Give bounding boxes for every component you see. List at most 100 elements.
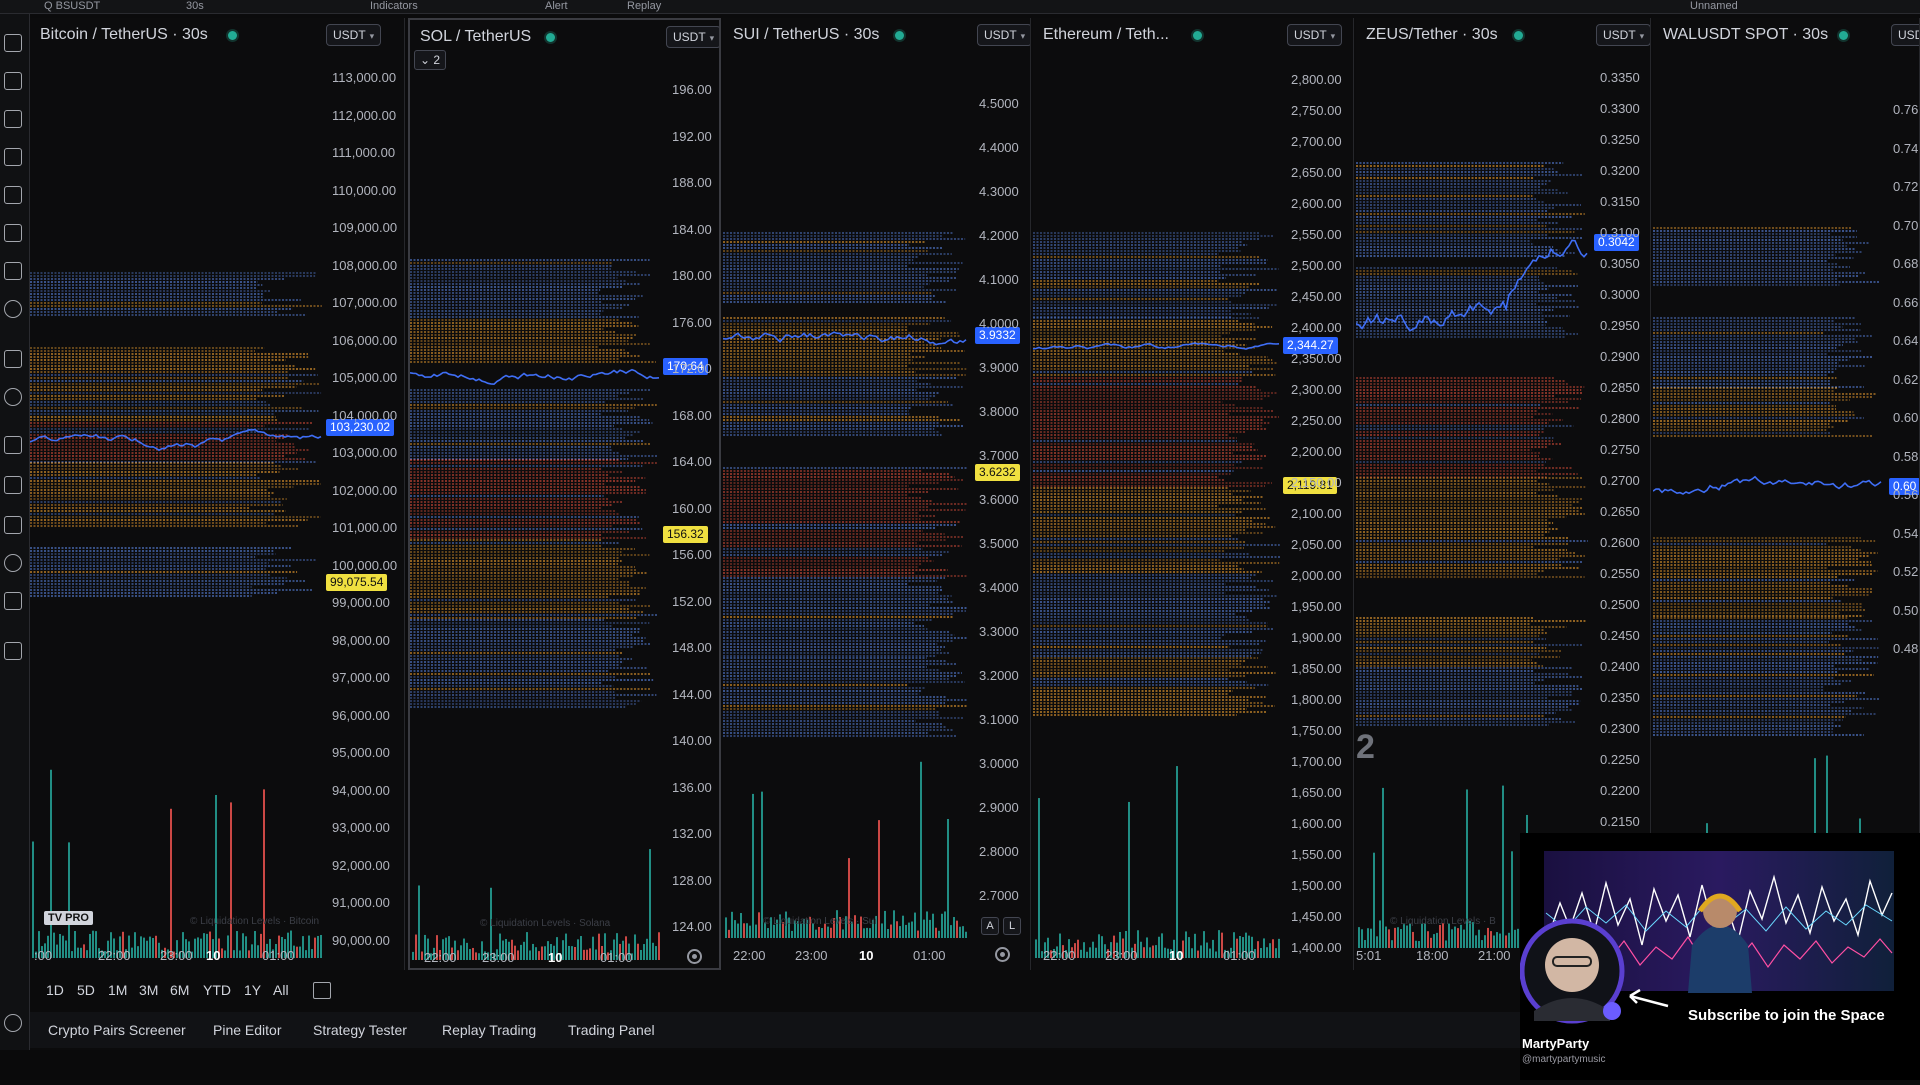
price-axis-tick: 172.00 (672, 361, 712, 376)
ruler-icon[interactable] (4, 350, 22, 368)
auto-scale-button[interactable]: A (981, 917, 999, 935)
currency-select[interactable]: USDT (1596, 24, 1650, 46)
gear-icon[interactable] (995, 947, 1010, 962)
volume-bar (544, 946, 546, 960)
time-axis-tick: 21:00 (1478, 948, 1511, 963)
timeframe-all[interactable]: All (273, 982, 289, 998)
volume-bar (1478, 929, 1480, 948)
chart-pane-sol[interactable]: SOL / TetherUS USDT ⌄ 2 170.64 156.32 © … (408, 18, 721, 970)
price-axis-tick: 0.2700 (1600, 473, 1640, 488)
price-axis-tick: 94,000.00 (332, 782, 390, 798)
currency-select[interactable]: USDT (977, 24, 1030, 46)
price-axis-tick: 0.2850 (1600, 380, 1640, 395)
chart-pane-zeus[interactable]: ZEUS/Tether · 30s USDT 0.3042 2 © Liquid… (1356, 18, 1651, 970)
currency-select[interactable]: USDT (1287, 24, 1343, 46)
volume-bar (878, 820, 880, 938)
star-icon[interactable] (4, 1014, 22, 1032)
tab-trading-panel[interactable]: Trading Panel (568, 1022, 655, 1038)
forecast-tool-icon[interactable] (4, 186, 22, 204)
price-axis-tick: 196.00 (672, 82, 712, 97)
zoom-icon[interactable] (4, 388, 22, 406)
heart-icon[interactable] (4, 300, 22, 318)
stream-overlay: Subscribe to join the Space MartyParty @… (1519, 833, 1920, 1080)
tab-strategy-tester[interactable]: Strategy Tester (313, 1022, 407, 1038)
eye-icon[interactable] (4, 554, 22, 572)
price-axis-tick: 0.2650 (1600, 504, 1640, 519)
volume-bar (767, 928, 769, 938)
pane-title[interactable]: WALUSDT SPOT · 30s (1663, 26, 1828, 44)
pane-title[interactable]: ZEUS/Tether · 30s (1366, 26, 1498, 44)
currency-select[interactable]: USDT (326, 24, 382, 46)
trend-line-icon[interactable] (4, 72, 22, 90)
chart-pane-wal[interactable]: WALUSDT SPOT · 30s USDT 0.60 0.76 0.74 0.7… (1653, 18, 1920, 970)
timeframe-5d[interactable]: 5D (77, 982, 95, 998)
volume-bar (749, 925, 751, 938)
pane-title[interactable]: Bitcoin / TetherUS · 30s (40, 26, 208, 44)
volume-bar (1367, 928, 1369, 948)
volume-bar (1385, 926, 1387, 948)
tab-replay-trading[interactable]: Replay Trading (442, 1022, 536, 1038)
volume-bar (1092, 941, 1094, 958)
link-icon[interactable] (4, 592, 22, 610)
chart-pane-bitcoin[interactable]: Bitcoin / TetherUS · 30s USDT 103,230.02… (30, 18, 405, 970)
volume-bar (1266, 947, 1268, 958)
currency-select[interactable]: USDT (1891, 24, 1919, 46)
volume-bar (1185, 931, 1187, 958)
tab-crypto-pairs-screener[interactable]: Crypto Pairs Screener (48, 1022, 186, 1038)
subscribe-cta: Subscribe to join the Space (1688, 1007, 1885, 1024)
trash-icon[interactable] (4, 642, 22, 660)
crosshair-icon[interactable] (4, 34, 22, 52)
volume-bar (646, 938, 648, 960)
magnet-icon[interactable] (4, 436, 22, 454)
calendar-icon[interactable] (313, 982, 331, 999)
volume-bar (62, 935, 64, 958)
price-axis-tick: 2,800.00 (1291, 72, 1342, 87)
layout-name-button[interactable]: Unnamed (1690, 0, 1738, 12)
volume-bar (80, 947, 82, 958)
symbol-search-button[interactable]: Q BSUSDT (44, 0, 100, 12)
chart-pane-ethereum[interactable]: Ethereum / Teth... USDT 2,344.27 2,119.8… (1033, 18, 1354, 970)
price-axis-tick: 0.76 (1893, 102, 1919, 117)
collapse-indicators-button[interactable]: ⌄ 2 (414, 50, 447, 70)
timeframe-1d[interactable]: 1D (46, 982, 64, 998)
fib-tool-icon[interactable] (4, 110, 22, 128)
timeframe-6m[interactable]: 6M (170, 982, 189, 998)
market-status-dot (1839, 31, 1848, 40)
volume-bar (412, 951, 414, 960)
volume-bar (1188, 937, 1190, 958)
volume-bar (263, 789, 265, 958)
volume-bar (472, 947, 474, 960)
chart-plot[interactable] (1653, 18, 1920, 970)
replay-button[interactable]: Replay (627, 0, 661, 12)
volume-bar (1197, 950, 1199, 958)
pane-title[interactable]: SUI / TetherUS · 30s (733, 26, 879, 44)
alert-button[interactable]: Alert (545, 0, 568, 12)
indicators-button[interactable]: Indicators (370, 0, 418, 12)
price-axis-tick: 1,650.00 (1291, 785, 1342, 800)
lock-drawings-icon[interactable] (4, 476, 22, 494)
indicator-watermark: © Liquidation Levels · Bitcoin (190, 916, 320, 927)
price-axis-tick: 1,750.00 (1291, 723, 1342, 738)
text-tool-icon[interactable] (4, 262, 22, 280)
timeframe-1m[interactable]: 1M (108, 982, 127, 998)
log-scale-button[interactable]: L (1003, 917, 1021, 935)
lock-icon[interactable] (4, 516, 22, 534)
timeframe-3m[interactable]: 3M (139, 982, 158, 998)
timeframe-1y[interactable]: 1Y (244, 982, 261, 998)
chart-pane-sui[interactable]: SUI / TetherUS · 30s USDT 3.9332 3.6232 … (723, 18, 1031, 970)
time-axis-tick: 10 (1169, 948, 1184, 963)
timeframe-ytd[interactable]: YTD (203, 982, 231, 998)
price-axis-tick: 2,450.00 (1291, 289, 1342, 304)
price-axis-tick: 2,650.00 (1291, 165, 1342, 180)
tab-pine-editor[interactable]: Pine Editor (213, 1022, 281, 1038)
currency-select[interactable]: USDT (666, 26, 719, 48)
interval-button[interactable]: 30s (186, 0, 204, 12)
pane-title[interactable]: SOL / TetherUS (420, 28, 531, 46)
pattern-tool-icon[interactable] (4, 148, 22, 166)
volume-bar (956, 920, 958, 938)
gear-icon[interactable] (687, 949, 702, 964)
volume-bar (1460, 924, 1462, 948)
volume-bar (565, 933, 567, 960)
brush-icon[interactable] (4, 224, 22, 242)
pane-title[interactable]: Ethereum / Teth... (1043, 26, 1169, 44)
